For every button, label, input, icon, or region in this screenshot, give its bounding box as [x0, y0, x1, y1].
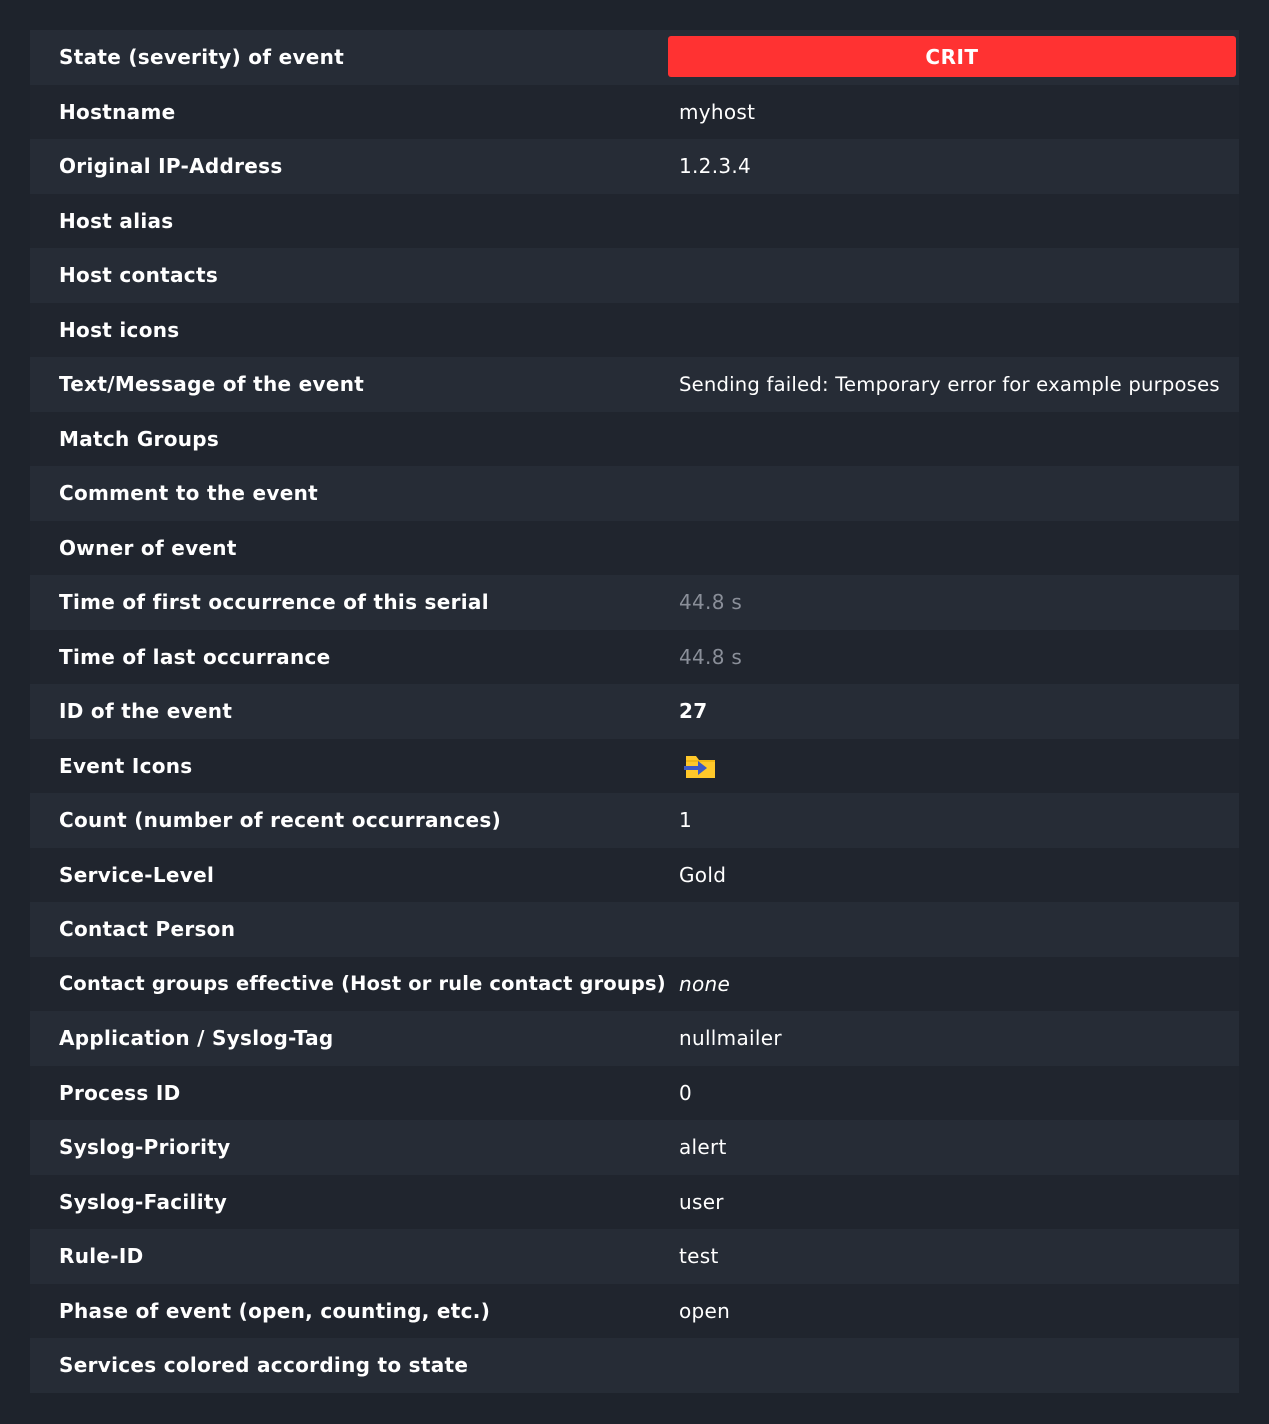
row-label: Process ID [59, 1080, 181, 1105]
row-label: Time of last occurrance [59, 644, 331, 669]
state-badge-crit: CRIT [668, 36, 1236, 77]
row-comment: Comment to the event [30, 466, 1239, 521]
row-label: Rule-ID [59, 1244, 144, 1269]
row-label: Comment to the event [59, 481, 318, 506]
row-syslog-priority: Syslog-Priority alert [30, 1120, 1239, 1175]
row-hostname: Hostname myhost [30, 84, 1239, 139]
phase-value: open [679, 1298, 731, 1323]
row-label: Owner of event [59, 535, 237, 560]
row-host-contacts: Host contacts [30, 248, 1239, 303]
event-id-value: 27 [679, 699, 708, 724]
row-original-ip: Original IP-Address 1.2.3.4 [30, 139, 1239, 194]
row-label: Time of first occurrence of this serial [59, 590, 489, 615]
row-label: Count (number of recent occurrances) [59, 808, 502, 833]
row-label: Contact groups effective (Host or rule c… [59, 972, 666, 996]
last-occurrence-value: 44.8 s [679, 644, 743, 669]
row-label: Syslog-Priority [59, 1135, 231, 1160]
row-contact-groups: Contact groups effective (Host or rule c… [30, 956, 1239, 1011]
count-value: 1 [679, 808, 693, 833]
row-label: Service-Level [59, 862, 215, 887]
row-process-id: Process ID 0 [30, 1065, 1239, 1120]
rule-id-value: test [679, 1244, 719, 1269]
syslog-priority-value: alert [679, 1135, 727, 1160]
row-services-colored: Services colored according to state [30, 1338, 1239, 1393]
service-level-value: Gold [679, 862, 727, 887]
row-service-level: Service-Level Gold [30, 847, 1239, 902]
row-count: Count (number of recent occurrances) 1 [30, 793, 1239, 848]
row-contact-person: Contact Person [30, 902, 1239, 957]
row-label: Services colored according to state [59, 1353, 469, 1378]
row-event-id: ID of the event 27 [30, 684, 1239, 739]
row-event-text: Text/Message of the event Sending failed… [30, 357, 1239, 412]
first-occurrence-value: 44.8 s [679, 590, 743, 615]
row-label: Application / Syslog-Tag [59, 1026, 334, 1051]
row-last-occurrence: Time of last occurrance 44.8 s [30, 629, 1239, 684]
row-label: Contact Person [59, 917, 236, 942]
row-match-groups: Match Groups [30, 411, 1239, 466]
row-label: State (severity) of event [59, 45, 345, 70]
syslog-facility-value: user [679, 1189, 724, 1214]
row-owner: Owner of event [30, 520, 1239, 575]
row-label: Host contacts [59, 263, 219, 288]
row-label: Hostname [59, 99, 176, 124]
application-value: nullmailer [679, 1026, 782, 1051]
ip-address-value: 1.2.3.4 [679, 154, 752, 179]
process-id-value: 0 [679, 1080, 693, 1105]
event-details-table: State (severity) of event CRIT Hostname … [30, 30, 1239, 1393]
row-application: Application / Syslog-Tag nullmailer [30, 1011, 1239, 1066]
row-host-alias: Host alias [30, 193, 1239, 248]
row-label: Match Groups [59, 426, 220, 451]
row-label: Syslog-Facility [59, 1189, 228, 1214]
row-syslog-facility: Syslog-Facility user [30, 1174, 1239, 1229]
row-label: ID of the event [59, 699, 233, 724]
row-state: State (severity) of event CRIT [30, 30, 1239, 85]
row-first-occurrence: Time of first occurrence of this serial … [30, 575, 1239, 630]
event-folder-arrow-icon[interactable] [684, 753, 718, 781]
row-rule-id: Rule-ID test [30, 1229, 1239, 1284]
row-phase: Phase of event (open, counting, etc.) op… [30, 1283, 1239, 1338]
row-label: Host icons [59, 317, 180, 342]
row-host-icons: Host icons [30, 302, 1239, 357]
row-label: Text/Message of the event [59, 372, 365, 397]
row-label: Event Icons [59, 753, 193, 778]
row-label: Original IP-Address [59, 154, 283, 179]
contact-groups-value: none [679, 971, 731, 996]
row-label: Phase of event (open, counting, etc.) [59, 1298, 491, 1323]
event-text-value: Sending failed: Temporary error for exam… [679, 372, 1220, 396]
row-event-icons: Event Icons [30, 738, 1239, 793]
row-label: Host alias [59, 208, 174, 233]
hostname-value: myhost [679, 99, 756, 124]
